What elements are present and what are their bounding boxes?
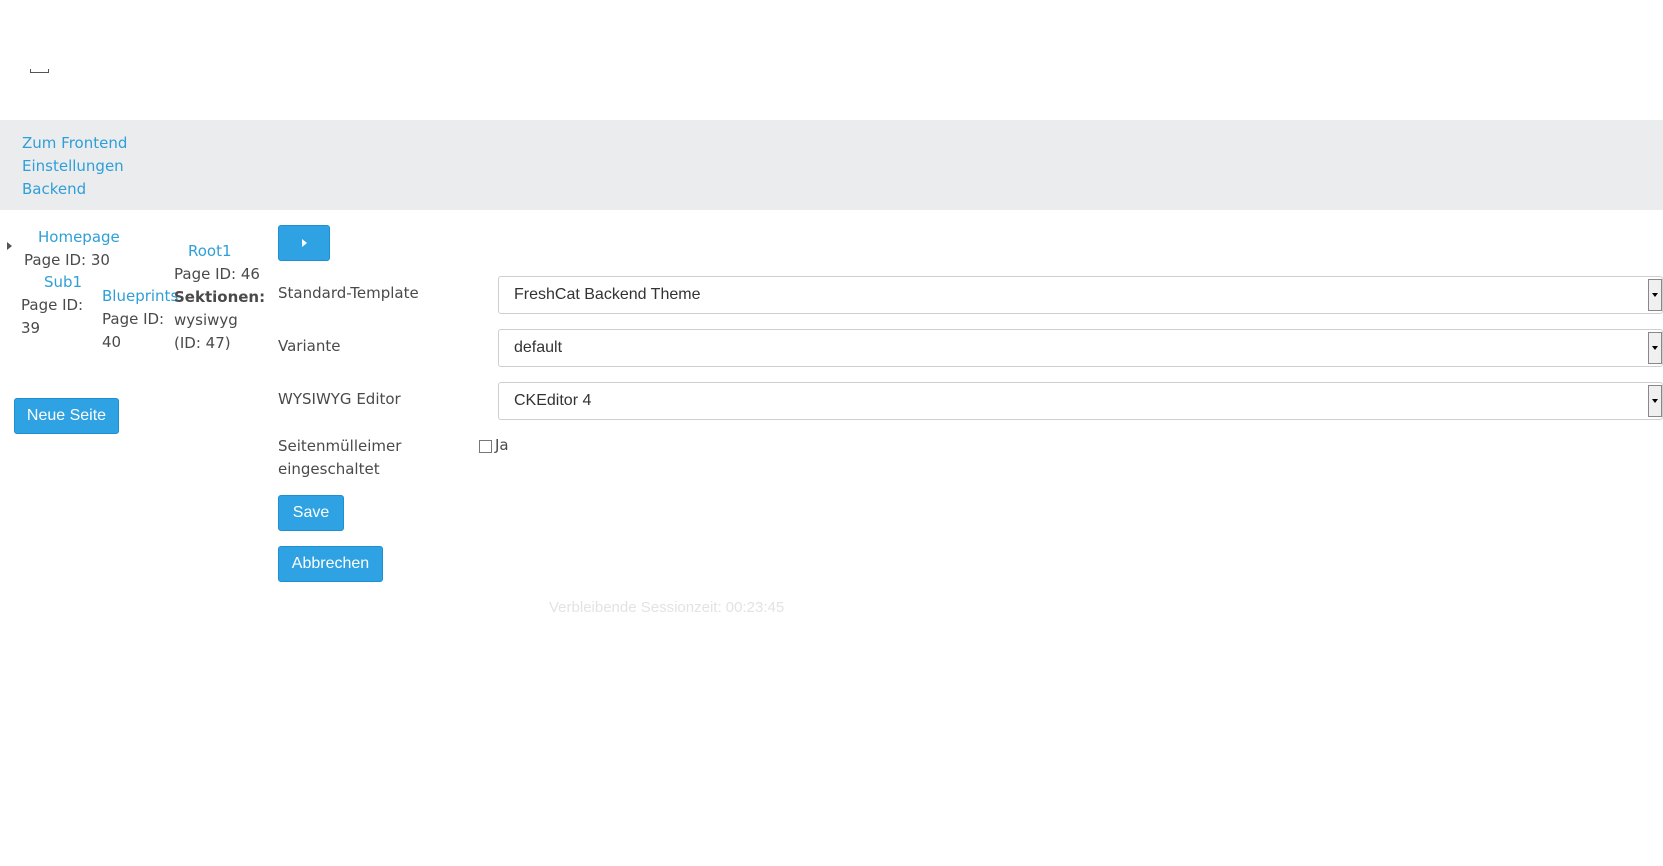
- save-button[interactable]: Save: [278, 495, 344, 531]
- trash-checkbox-label[interactable]: Ja: [495, 436, 509, 454]
- tree-page-id: Page ID: 39: [21, 296, 84, 337]
- template-select[interactable]: FreshCat Backend Theme: [498, 276, 1663, 314]
- tree-link-homepage[interactable]: Homepage: [24, 226, 120, 249]
- trash-label: Seitenmülleimer eingeschaltet: [278, 437, 402, 478]
- tree-node-homepage: Homepage Page ID: 30: [24, 226, 120, 272]
- tree-page-id: Page ID: 46: [174, 265, 260, 283]
- nav-link-settings[interactable]: Einstellungen: [22, 157, 124, 175]
- cancel-button[interactable]: Abbrechen: [278, 546, 383, 582]
- tree-link-root1[interactable]: Root1: [174, 240, 264, 263]
- tree-expand-icon[interactable]: [7, 242, 12, 250]
- tree-page-id: Page ID: 30: [24, 251, 110, 269]
- wysiwyg-value: CKEditor 4: [514, 392, 592, 409]
- nav-link-frontend[interactable]: Zum Frontend: [22, 134, 127, 152]
- wysiwyg-select[interactable]: CKEditor 4: [498, 382, 1663, 420]
- template-value: FreshCat Backend Theme: [514, 286, 701, 303]
- trash-checkbox[interactable]: [479, 440, 492, 453]
- chevron-down-icon[interactable]: [1648, 279, 1662, 311]
- tree-page-id: Page ID: 40: [102, 310, 165, 351]
- template-label: Standard-Template: [278, 284, 419, 302]
- variant-select[interactable]: default: [498, 329, 1663, 367]
- chevron-down-icon[interactable]: [1648, 332, 1662, 364]
- logo-icon: [30, 66, 49, 73]
- sections-value: wysiwyg (ID: 47): [174, 311, 238, 352]
- new-page-button[interactable]: Neue Seite: [14, 398, 119, 434]
- wysiwyg-label: WYSIWYG Editor: [278, 390, 401, 408]
- chevron-down-icon[interactable]: [1648, 385, 1662, 417]
- variant-label: Variante: [278, 337, 341, 355]
- tree-link-blueprints[interactable]: Blueprints: [102, 285, 178, 308]
- sections-label: Sektionen:: [174, 288, 266, 306]
- top-navigation: Zum Frontend Einstellungen Backend: [0, 120, 1663, 210]
- tree-node-root1: Root1 Page ID: 46 Sektionen: wysiwyg (ID…: [174, 240, 266, 355]
- variant-value: default: [514, 339, 563, 356]
- tree-link-sub1[interactable]: Sub1: [21, 271, 91, 294]
- session-timer: Verbleibende Sessionzeit: 00:23:45: [549, 599, 785, 616]
- nav-link-backend[interactable]: Backend: [22, 180, 86, 198]
- tree-node-sub1: Sub1 Page ID: 39: [21, 271, 91, 340]
- toggle-sidebar-button[interactable]: [278, 225, 330, 261]
- tree-node-blueprints: Blueprints Page ID: 40: [102, 285, 178, 354]
